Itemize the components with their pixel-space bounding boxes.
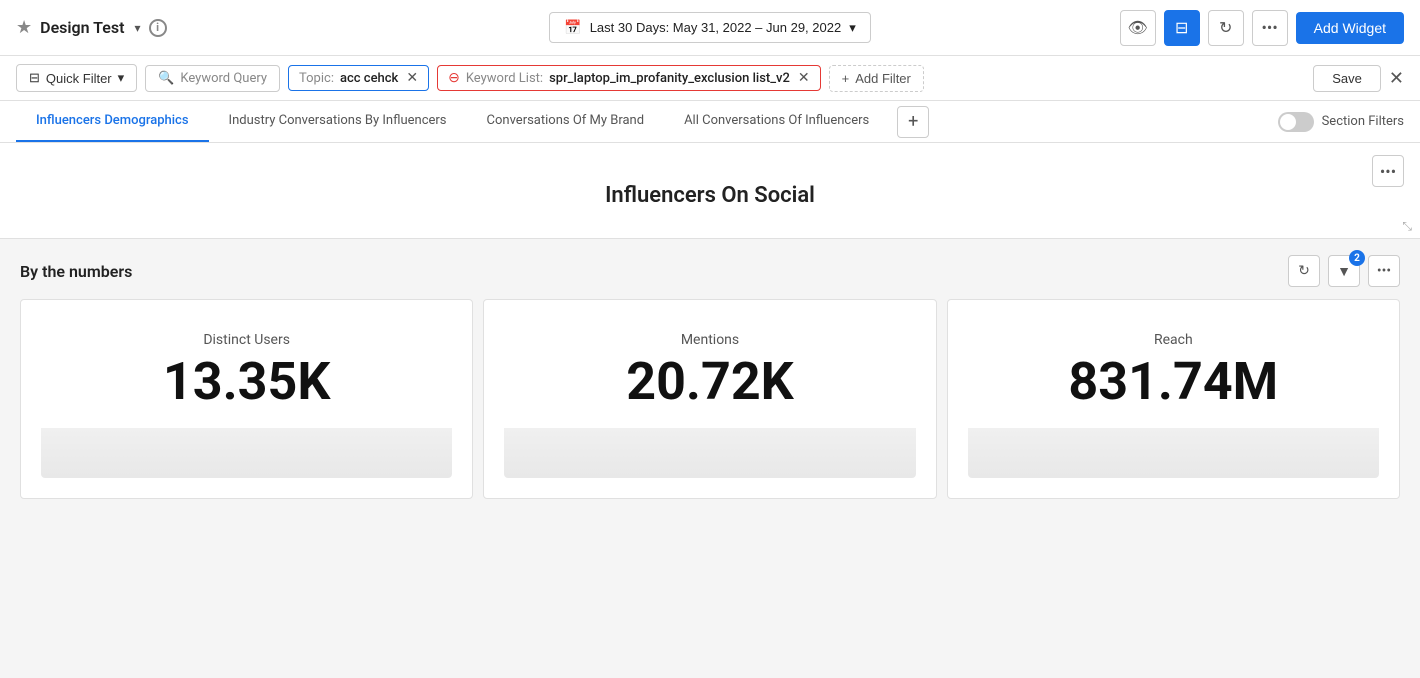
section-filters-text: Section Filters: [1322, 114, 1404, 129]
keyword-list-chip-value: spr_laptop_im_profanity_exclusion list_v…: [549, 71, 790, 86]
section-title: By the numbers: [20, 262, 1288, 281]
header-left: ★ Design Test ▾ i: [16, 17, 541, 38]
title-chevron-icon[interactable]: ▾: [135, 21, 141, 35]
date-chevron-icon: ▾: [849, 20, 856, 36]
section-refresh-button[interactable]: ↻: [1288, 255, 1320, 287]
add-widget-button[interactable]: Add Widget: [1296, 12, 1404, 44]
filter-bar: ⊟ Quick Filter ▾ 🔍 Keyword Query Topic: …: [0, 56, 1420, 101]
widget-more-button[interactable]: •••: [1372, 155, 1404, 187]
section-actions: ↻ ▼ 2 •••: [1288, 255, 1400, 287]
keyword-list-filter-chip[interactable]: ⊖ Keyword List: spr_laptop_im_profanity_…: [437, 65, 821, 91]
keyword-list-chip-label: Keyword List:: [466, 71, 543, 86]
tab-conversations-brand[interactable]: Conversations Of My Brand: [467, 101, 665, 142]
distinct-users-value: 13.35K: [163, 356, 330, 408]
stat-card-reach: Reach 831.74M: [947, 299, 1400, 499]
topic-chip-close-icon[interactable]: ✕: [406, 70, 418, 86]
refresh-button[interactable]: ↻: [1208, 10, 1244, 46]
section-more-button[interactable]: •••: [1368, 255, 1400, 287]
add-filter-plus-icon: +: [842, 71, 850, 86]
widget-title-section: Influencers On Social ••• ⤡: [0, 143, 1420, 239]
info-icon[interactable]: i: [149, 19, 167, 37]
filter-badge: 2: [1349, 250, 1365, 266]
section-filters-label: Section Filters: [1278, 112, 1404, 132]
tab-industry-conversations[interactable]: Industry Conversations By Influencers: [209, 101, 467, 142]
quick-filter-button[interactable]: ⊟ Quick Filter ▾: [16, 64, 137, 92]
reach-chart: [968, 428, 1379, 478]
reach-value: 831.74M: [1068, 356, 1278, 408]
stat-card-mentions: Mentions 20.72K: [483, 299, 936, 499]
quick-filter-chevron-icon: ▾: [118, 70, 125, 86]
keyword-list-minus-icon: ⊖: [448, 70, 460, 86]
widget-more-icon: •••: [1380, 162, 1396, 181]
filter-bar-close-button[interactable]: ✕: [1389, 68, 1404, 89]
section-more-icon: •••: [1377, 263, 1391, 279]
keyword-query-label: Keyword Query: [180, 71, 267, 86]
section-filters-toggle[interactable]: [1278, 112, 1314, 132]
quick-filter-funnel-icon: ⊟: [29, 70, 40, 86]
more-icon: •••: [1262, 18, 1278, 37]
add-filter-label: Add Filter: [855, 71, 911, 86]
mentions-value: 20.72K: [626, 356, 793, 408]
star-icon[interactable]: ★: [16, 17, 32, 38]
mentions-chart: [504, 428, 915, 478]
tab-influencers-demographics[interactable]: Influencers Demographics: [16, 101, 209, 142]
tab-bar: Influencers Demographics Industry Conver…: [0, 101, 1420, 143]
header-right: 👁 ⊟ ↻ ••• Add Widget: [879, 10, 1404, 46]
refresh-icon: ↻: [1219, 18, 1232, 37]
resize-handle[interactable]: ⤡: [1402, 219, 1412, 234]
section-filter-icon: ▼: [1337, 263, 1351, 280]
add-filter-button[interactable]: + Add Filter: [829, 65, 924, 92]
stat-card-distinct-users: Distinct Users 13.35K: [20, 299, 473, 499]
date-range-button[interactable]: 📅 Last 30 Days: May 31, 2022 – Jun 29, 2…: [549, 12, 870, 43]
app-title: Design Test: [40, 18, 124, 37]
topic-chip-value: acc cehck: [340, 71, 398, 86]
keyword-list-chip-close-icon[interactable]: ✕: [798, 70, 810, 86]
eye-button[interactable]: 👁: [1120, 10, 1156, 46]
filter-button[interactable]: ⊟: [1164, 10, 1200, 46]
quick-filter-label: Quick Filter: [46, 71, 112, 86]
widget-title: Influencers On Social: [605, 183, 815, 208]
search-icon: 🔍: [158, 71, 174, 86]
topic-chip-label: Topic:: [299, 71, 334, 86]
topic-filter-chip[interactable]: Topic: acc cehck ✕: [288, 65, 429, 91]
section-refresh-icon: ↻: [1298, 263, 1310, 279]
filter-icon: ⊟: [1175, 18, 1188, 37]
more-options-button[interactable]: •••: [1252, 10, 1288, 46]
tab-all-conversations[interactable]: All Conversations Of Influencers: [664, 101, 889, 142]
distinct-users-chart: [41, 428, 452, 478]
reach-label: Reach: [1154, 332, 1193, 348]
header-bar: ★ Design Test ▾ i 📅 Last 30 Days: May 31…: [0, 0, 1420, 56]
section-filter-button[interactable]: ▼ 2: [1328, 255, 1360, 287]
calendar-icon: 📅: [564, 19, 581, 36]
mentions-label: Mentions: [681, 332, 739, 348]
tab-add-button[interactable]: +: [897, 106, 929, 138]
keyword-query-filter[interactable]: 🔍 Keyword Query: [145, 65, 280, 92]
header-center: 📅 Last 30 Days: May 31, 2022 – Jun 29, 2…: [549, 12, 870, 43]
date-range-label: Last 30 Days: May 31, 2022 – Jun 29, 202…: [590, 20, 842, 35]
save-button[interactable]: Save: [1313, 65, 1381, 92]
section-header: By the numbers ↻ ▼ 2 •••: [0, 239, 1420, 299]
stat-cards-row: Distinct Users 13.35K Mentions 20.72K Re…: [0, 299, 1420, 499]
eye-icon: 👁: [1127, 18, 1147, 37]
distinct-users-label: Distinct Users: [203, 332, 290, 348]
